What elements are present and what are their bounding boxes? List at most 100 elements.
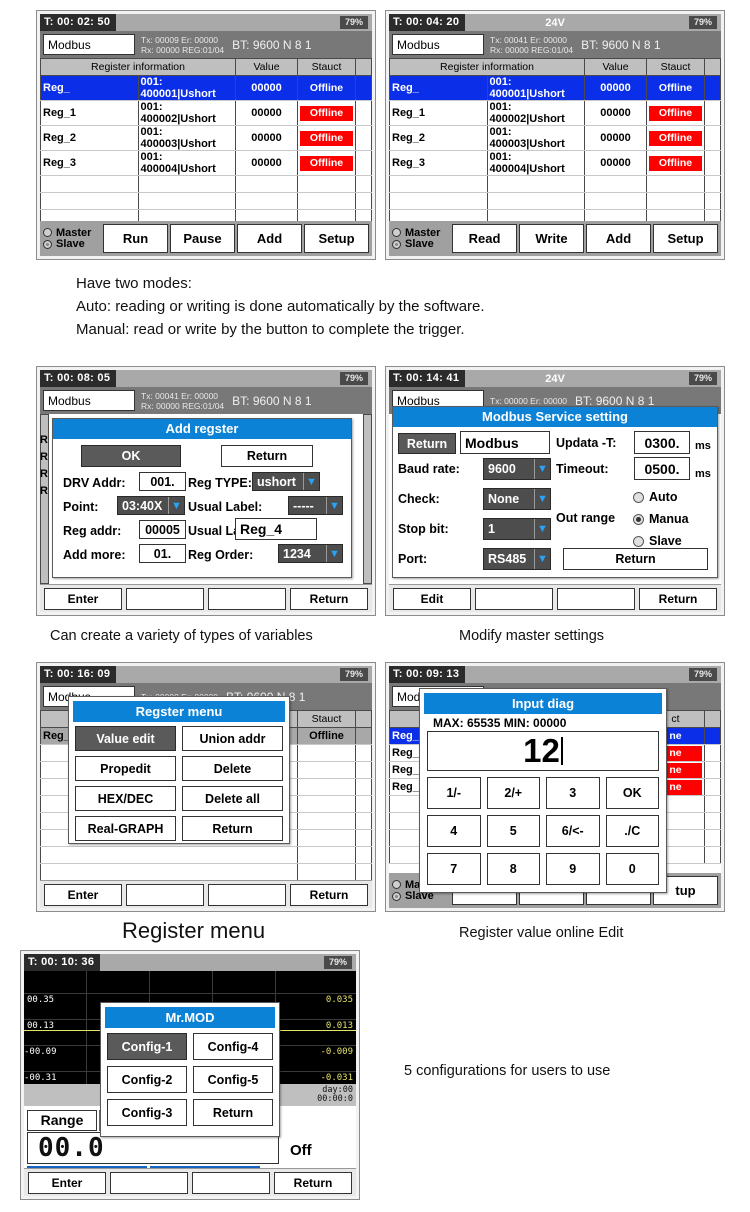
config-4-button[interactable]: Config-4: [193, 1033, 273, 1060]
master-radio-icon[interactable]: [43, 227, 52, 237]
menu-propedit[interactable]: Propedit: [75, 756, 176, 781]
service-name-field[interactable]: Modbus: [460, 431, 550, 454]
fnkey-return[interactable]: Return: [274, 1171, 352, 1194]
ok-button[interactable]: OK: [81, 445, 181, 467]
softkey-pause[interactable]: Pause: [170, 224, 235, 253]
config-return-button[interactable]: Return: [193, 1099, 273, 1126]
chevron-down-icon[interactable]: ▼: [534, 549, 550, 569]
master-slave-selector[interactable]: Master Slave: [391, 227, 451, 250]
radio-icon[interactable]: [633, 491, 644, 503]
slave-radio-icon[interactable]: [392, 891, 401, 901]
softkey-read[interactable]: Read: [452, 224, 517, 253]
fnkey-edit[interactable]: Edit: [393, 587, 471, 610]
table-row[interactable]: Reg_ 001: 400001|Ushort 00000 Offline: [389, 75, 721, 101]
key-2[interactable]: 2/+: [486, 777, 540, 809]
range-button[interactable]: Range: [27, 1109, 97, 1131]
point-combo[interactable]: 03:40X ▼: [117, 496, 185, 515]
updata-t-field[interactable]: 0300.: [634, 431, 690, 454]
usual-la-field[interactable]: Reg_4: [235, 518, 317, 540]
chevron-down-icon[interactable]: ▼: [534, 489, 550, 509]
radio-manua[interactable]: Manua: [633, 512, 689, 526]
key-9[interactable]: 9: [546, 853, 600, 885]
fnkey-enter[interactable]: Enter: [44, 587, 122, 610]
baud-rate-combo[interactable]: 9600 ▼: [483, 458, 551, 480]
menu-real-graph[interactable]: Real-GRAPH: [75, 816, 176, 841]
key-ok[interactable]: OK: [605, 777, 659, 809]
fnkey-enter[interactable]: Enter: [28, 1171, 106, 1194]
fnkey-return[interactable]: Return: [639, 587, 717, 610]
master-radio-icon[interactable]: [392, 227, 401, 237]
key-8[interactable]: 8: [486, 853, 540, 885]
chevron-down-icon[interactable]: ▼: [168, 497, 184, 514]
add-more-field[interactable]: 01.: [139, 544, 186, 563]
timeout-field[interactable]: 0500.: [634, 457, 690, 480]
fnkey-return[interactable]: Return: [290, 883, 368, 906]
usual-label-combo[interactable]: ----- ▼: [288, 496, 343, 515]
key-3[interactable]: 3: [546, 777, 600, 809]
return-large-button[interactable]: Return: [563, 548, 708, 570]
protocol-field[interactable]: Modbus: [43, 390, 135, 411]
softkey-add[interactable]: Add: [237, 224, 302, 253]
return-small-button[interactable]: Return: [398, 433, 456, 454]
reg-order-combo[interactable]: 1234 ▼: [278, 544, 343, 563]
chevron-down-icon[interactable]: ▼: [326, 545, 342, 562]
chevron-down-icon[interactable]: ▼: [303, 473, 319, 490]
chevron-down-icon[interactable]: ▼: [326, 497, 342, 514]
fnkey-blank-2[interactable]: [208, 587, 286, 610]
table-row[interactable]: Reg_3 001: 400004|Ushort 00000 Offline: [40, 150, 372, 176]
menu-delete-all[interactable]: Delete all: [182, 786, 283, 811]
key-5[interactable]: 5: [486, 815, 540, 847]
drv-addr-field[interactable]: 001.: [139, 472, 186, 491]
table-row[interactable]: Reg_1 001: 400002|Ushort 00000 Offline: [389, 100, 721, 126]
chevron-down-icon[interactable]: ▼: [534, 459, 550, 479]
slave-radio-icon[interactable]: [392, 239, 401, 249]
fnkey-enter[interactable]: Enter: [44, 883, 122, 906]
check-combo[interactable]: None ▼: [483, 488, 551, 510]
config-3-button[interactable]: Config-3: [107, 1099, 187, 1126]
softkey-setup[interactable]: Setup: [304, 224, 369, 253]
key-7[interactable]: 7: [427, 853, 481, 885]
table-row[interactable]: Reg_1 001: 400002|Ushort 00000 Offline: [40, 100, 372, 126]
menu-return[interactable]: Return: [182, 816, 283, 841]
menu-value-edit[interactable]: Value edit: [75, 726, 176, 751]
fnkey-blank-2[interactable]: [557, 587, 635, 610]
master-slave-selector[interactable]: Master Slave: [42, 227, 102, 250]
chevron-down-icon[interactable]: ▼: [534, 519, 550, 539]
master-radio-icon[interactable]: [392, 879, 401, 889]
menu-union-addr[interactable]: Union addr: [182, 726, 283, 751]
table-row[interactable]: Reg_2 001: 400003|Ushort 00000 Offline: [40, 125, 372, 151]
table-row[interactable]: Reg_2 001: 400003|Ushort 00000 Offline: [389, 125, 721, 151]
key-0[interactable]: 0: [605, 853, 659, 885]
stop-bit-combo[interactable]: 1 ▼: [483, 518, 551, 540]
fnkey-blank-1[interactable]: [126, 587, 204, 610]
key-4[interactable]: 4: [427, 815, 481, 847]
reg-addr-field[interactable]: 00005: [139, 520, 186, 539]
key-1[interactable]: 1/-: [427, 777, 481, 809]
radio-icon[interactable]: [633, 535, 644, 547]
softkey-run[interactable]: Run: [103, 224, 168, 253]
protocol-field[interactable]: Modbus: [392, 34, 484, 55]
radio-icon[interactable]: [633, 513, 644, 525]
config-2-button[interactable]: Config-2: [107, 1066, 187, 1093]
port-combo[interactable]: RS485 ▼: [483, 548, 551, 570]
menu-delete[interactable]: Delete: [182, 756, 283, 781]
fnkey-blank-2[interactable]: [192, 1171, 270, 1194]
fnkey-blank-2[interactable]: [208, 883, 286, 906]
softkey-write[interactable]: Write: [519, 224, 584, 253]
fnkey-blank-1[interactable]: [110, 1171, 188, 1194]
value-display[interactable]: 12: [427, 731, 659, 771]
menu-hex-dec[interactable]: HEX/DEC: [75, 786, 176, 811]
radio-auto[interactable]: Auto: [633, 490, 677, 504]
key-dot-clear[interactable]: ./C: [605, 815, 659, 847]
protocol-field[interactable]: Modbus: [43, 34, 135, 55]
slave-radio-icon[interactable]: [43, 239, 52, 249]
softkey-setup[interactable]: Setup: [653, 224, 718, 253]
fnkey-blank-1[interactable]: [475, 587, 553, 610]
reg-type-combo[interactable]: ushort ▼: [252, 472, 320, 491]
radio-slave[interactable]: Slave: [633, 534, 682, 548]
key-6-backspace[interactable]: 6/<-: [546, 815, 600, 847]
config-1-button[interactable]: Config-1: [107, 1033, 187, 1060]
table-row[interactable]: Reg_3 001: 400004|Ushort 00000 Offline: [389, 150, 721, 176]
fnkey-blank-1[interactable]: [126, 883, 204, 906]
fnkey-return[interactable]: Return: [290, 587, 368, 610]
